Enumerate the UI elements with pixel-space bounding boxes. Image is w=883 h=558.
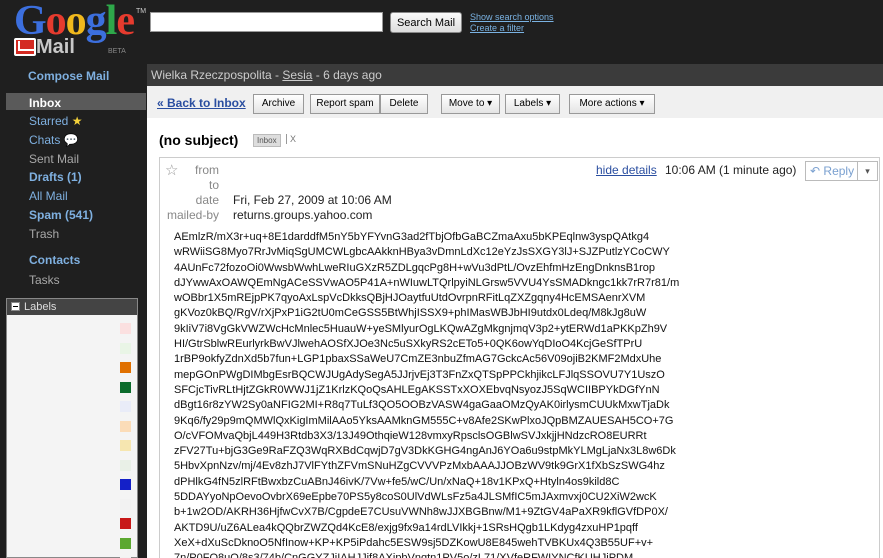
message-body: AEmlzR/mX3r+uq+8E1darddfM5nY5bYFYvnG3ad2… [174, 230, 864, 558]
message-time: 10:06 AM (1 minute ago) [665, 163, 797, 177]
body-line: AEmlzR/mX3r+uq+8E1darddfM5nY5bYFYvnG3ad2… [174, 231, 650, 243]
chat-bubble-icon: 💬 [63, 133, 79, 147]
gmail-logo[interactable]: Google TM Mail BETA [14, 0, 147, 60]
reply-options-dropdown[interactable]: ▾ [858, 161, 878, 181]
sidebar-item-contacts[interactable]: Contacts [29, 253, 80, 267]
label-color-swatch[interactable] [120, 537, 131, 549]
reply-label: Reply [823, 164, 855, 178]
group-name: Wielka Rzeczpospolita - [151, 68, 283, 82]
body-line: XeX+dXuScDknoO5NfInow+KP+KP5iPdahc5ESW9s… [174, 536, 654, 549]
logo-beta: BETA [108, 48, 126, 55]
toolbar: « Back to Inbox Archive Report spam Dele… [147, 86, 883, 118]
sender-link[interactable]: Sesia [282, 68, 312, 82]
sidebar-item-all-mail[interactable]: All Mail [29, 189, 68, 203]
show-search-options-link[interactable]: Show search options [470, 12, 554, 22]
body-line: SFCjcTivRLtHjtZGkR0WWJ1jZ1KrlzKQoQsAHLEg… [174, 383, 660, 396]
search-mail-button[interactable]: Search Mail [390, 12, 462, 33]
star-icon: ★ [71, 114, 83, 128]
sidebar-item-spam[interactable]: Spam (541) [29, 208, 93, 222]
create-filter-link[interactable]: Create a filter [470, 23, 524, 33]
label-color-swatch[interactable] [120, 420, 131, 432]
conversation-view: Wielka Rzeczpospolita - Sesia - 6 days a… [147, 64, 883, 558]
date-value: Fri, Feb 27, 2009 at 10:06 AM [233, 193, 392, 207]
report-spam-button[interactable]: Report spam [310, 94, 380, 114]
sidebar-item-starred[interactable]: Starred ★ [29, 114, 82, 128]
header: Google TM Mail BETA Search Mail Show sea… [0, 0, 883, 64]
archive-button[interactable]: Archive [253, 94, 304, 114]
label-color-swatch[interactable] [120, 479, 131, 490]
back-to-inbox-link[interactable]: « Back to Inbox [157, 96, 246, 110]
sidebar-item-drafts[interactable]: Drafts (1) [29, 170, 82, 184]
labels-dropdown[interactable]: Labels ▾ [505, 94, 560, 114]
label-color-swatch[interactable] [120, 323, 131, 334]
body-line: dPHlkG4fN5zlRFtBwxbzCuABnJ46ivK/7Vw+fe5/… [174, 475, 620, 488]
body-line: wOBbr1X5mREjpPK7qyoAxLspVcDkksQBjHJOaytf… [174, 292, 646, 305]
logo-letter: g [85, 0, 107, 44]
from-label: from [195, 163, 219, 177]
label-color-swatch[interactable] [120, 401, 131, 412]
sidebar-item-chats[interactable]: Chats 💬 [29, 133, 79, 147]
remove-label-button[interactable]: X [286, 134, 296, 144]
label-color-swatch[interactable] [120, 518, 131, 529]
labels-panel: Labels [6, 298, 138, 558]
body-line: 4AUnFc72fozoOi0WwsbWwhLweRIuGXzR5ZDLgqcP… [174, 261, 656, 274]
label-color-swatch[interactable] [120, 498, 131, 510]
collapse-icon[interactable] [11, 302, 20, 311]
body-line: gKVoz0kBQ/RgV/rXjPxP1iG2tU0mCeGSS5BtWhjI… [174, 307, 647, 320]
mailed-by-label: mailed-by [166, 208, 219, 222]
labels-header[interactable]: Labels [7, 299, 137, 315]
body-line: 5DDAYyoNpOevoOvbrX69eEpbe70PS5y8coS0UlVd… [174, 491, 657, 504]
inbox-selected-highlight [6, 93, 146, 110]
conversation-info-bar: Wielka Rzeczpospolita - Sesia - 6 days a… [147, 64, 883, 86]
sidebar: Compose Mail Inbox Starred ★ Chats 💬 Sen… [0, 64, 146, 558]
logo-letter: e [116, 0, 135, 44]
message-card: ☆ from to date Fri, Feb 27, 2009 at 10:0… [159, 157, 880, 558]
body-line: 5HbvXpnNzv/mj/4Ev8zhJ7VlFYthZFVmSNuHZgCV… [174, 460, 665, 473]
label-color-swatch[interactable] [120, 342, 131, 354]
subject-title: (no subject) [159, 132, 239, 148]
hide-details-link[interactable]: hide details [596, 163, 657, 177]
sidebar-item-trash[interactable]: Trash [29, 227, 59, 241]
delete-button[interactable]: Delete [380, 94, 428, 114]
label-color-swatch[interactable] [120, 459, 131, 471]
move-to-dropdown[interactable]: Move to ▾ [441, 94, 500, 114]
body-line: 9kIiV7i8VgGkVWZWcHcMnlec5HuauW+yeSMlyurO… [174, 322, 668, 335]
inbox-label-tag[interactable]: Inbox [253, 134, 281, 147]
sidebar-item-sent-mail[interactable]: Sent Mail [29, 152, 79, 166]
body-line: b+1w2OD/AKRH36HjfwCvX7B/CgpdeE7CUsuVWNh8… [174, 506, 668, 519]
body-line: 1rBP9okfyZdnXd5b7fun+LGP1pbaxSSaWeU7CmZE… [174, 353, 662, 366]
mail-envelope-icon [14, 38, 36, 56]
search-input[interactable] [150, 12, 383, 32]
body-line: wRWiiSG8Myo7RrJvMiqSgUMCWLgbcAAkknHByа3v… [174, 246, 670, 259]
sidebar-item-tasks[interactable]: Tasks [29, 273, 60, 287]
label-color-swatch[interactable] [120, 440, 131, 451]
body-line: dJYwwAxOAWQEmNgACeSSVwAO5P41A+nWIuwLTQrl… [174, 276, 680, 289]
reply-arrow-icon: ↶ [810, 164, 821, 178]
mailed-by-value: returns.groups.yahoo.com [233, 208, 373, 222]
body-line: 9Kq6/fy29p9mQMWlQxKigImMilAAo5YksAAMknGM… [174, 414, 674, 427]
sidebar-item-label: Chats [29, 133, 61, 147]
logo-letter: l [105, 0, 118, 44]
relative-time: - 6 days ago [312, 68, 382, 82]
body-line: AKTD9U/uZ6ALea4kQQbrZWZQd4KcE8/exjg9fx9a… [174, 521, 638, 534]
to-label: to [208, 178, 219, 192]
label-color-swatch[interactable] [120, 362, 131, 373]
logo-mail-text: Mail [36, 36, 75, 58]
body-line: HI/GtrSblwREurlyrkBwVJlwehAOSfXJOe3Nc5uS… [174, 338, 643, 351]
sidebar-item-label: Starred [29, 114, 69, 128]
body-line: mepGOnPWgDIMbgEsrBQCWJUgAdySegA5JJrjvEj3… [174, 368, 665, 381]
logo-trademark: TM [136, 8, 147, 15]
body-line: 7n/P0FO8uQ/8s3/74b/CnGGYZJiIAHJJjf8AXipb… [174, 551, 864, 558]
body-line: O/cVFOMvaQbjL449H3Rtdb3X3/13J49OthqieW12… [174, 429, 647, 442]
label-color-swatch[interactable] [120, 381, 131, 393]
body-line: dBgt16r8zYW2Sy0aNFIG2MI+R8q7TuLf3QO5OOBz… [174, 399, 670, 412]
reply-button[interactable]: ↶ Reply [805, 161, 858, 181]
compose-mail-link[interactable]: Compose Mail [28, 69, 109, 83]
date-label: date [195, 193, 219, 207]
body-line: zFV27Tu+bjG3Ge9RaFZQ3WqRXBdCqwjD7gV3DkKG… [174, 445, 676, 458]
more-actions-dropdown[interactable]: More actions ▾ [569, 94, 655, 114]
labels-title: Labels [24, 301, 57, 313]
sidebar-item-inbox[interactable]: Inbox [29, 96, 61, 110]
